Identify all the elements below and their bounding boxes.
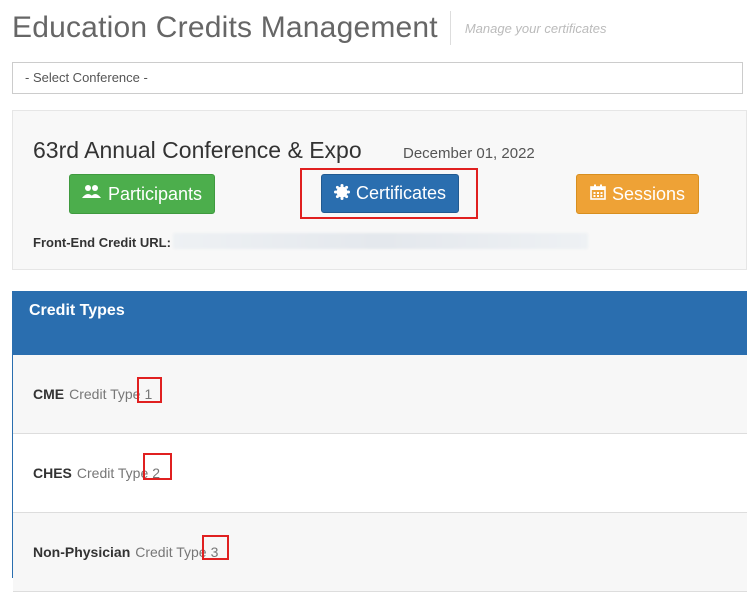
credit-type-label: Credit Type bbox=[76, 465, 149, 481]
credit-url-label: Front-End Credit URL: bbox=[33, 235, 171, 250]
number-highlight-box-2 bbox=[143, 453, 172, 480]
participants-button[interactable]: Participants bbox=[69, 174, 215, 214]
sessions-button[interactable]: Sessions bbox=[576, 174, 699, 214]
credit-types-panel: Credit Types CME Credit Type 1 CHES Cred… bbox=[12, 291, 747, 592]
credit-type-name: CME bbox=[33, 386, 65, 402]
conference-name: 63rd Annual Conference & Expo bbox=[33, 137, 362, 163]
credit-type-row[interactable]: CME Credit Type 1 bbox=[13, 355, 747, 434]
credit-type-row[interactable]: CHES Credit Type 2 bbox=[13, 434, 747, 513]
calendar-icon bbox=[590, 184, 606, 204]
page-subtitle: Manage your certificates bbox=[464, 20, 607, 36]
page-title: Education Credits Management bbox=[12, 11, 438, 44]
users-icon bbox=[81, 184, 102, 204]
sessions-label: Sessions bbox=[611, 183, 686, 204]
page-header: Education Credits Management Manage your… bbox=[12, 8, 606, 48]
participants-label: Participants bbox=[107, 183, 203, 204]
certificates-highlight-box bbox=[300, 168, 478, 219]
conference-date: December 01, 2022 bbox=[403, 145, 535, 162]
title-divider bbox=[449, 11, 451, 45]
credit-type-row-content: CHES Credit Type 2 bbox=[33, 466, 160, 480]
credit-type-name: CHES bbox=[33, 465, 72, 481]
credit-type-row-content: CME Credit Type 1 bbox=[33, 387, 152, 401]
number-highlight-box-3 bbox=[202, 535, 229, 560]
credit-type-row[interactable]: Non-Physician Credit Type 3 bbox=[13, 513, 747, 592]
number-highlight-box-1 bbox=[137, 377, 162, 403]
credit-types-heading: Credit Types bbox=[13, 291, 747, 355]
conference-select[interactable]: - Select Conference - bbox=[12, 62, 743, 94]
credit-type-row-content: Non-Physician Credit Type 3 bbox=[33, 545, 218, 559]
credit-type-label: Credit Type bbox=[135, 544, 207, 560]
credit-type-label: Credit Type bbox=[69, 386, 141, 402]
credit-type-name: Non-Physician bbox=[33, 544, 131, 560]
credit-url-value-redacted bbox=[173, 233, 588, 249]
